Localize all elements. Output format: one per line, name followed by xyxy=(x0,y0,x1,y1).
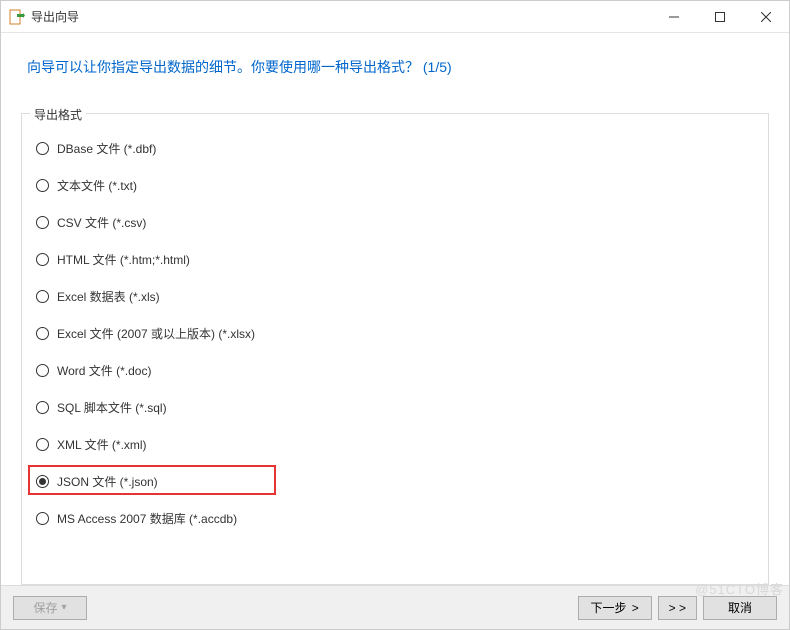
radio-icon xyxy=(36,142,49,155)
format-option-label: Excel 数据表 (*.xls) xyxy=(57,288,160,305)
format-option-label: XML 文件 (*.xml) xyxy=(57,436,147,453)
chevron-right-icon: > xyxy=(628,601,638,615)
format-option[interactable]: JSON 文件 (*.json) xyxy=(34,463,756,500)
radio-icon xyxy=(36,290,49,303)
save-button[interactable]: 保存 ▾ xyxy=(13,596,87,620)
export-icon xyxy=(9,9,25,25)
radio-icon xyxy=(36,179,49,192)
radio-icon xyxy=(36,364,49,377)
format-radio-list: DBase 文件 (*.dbf) 文本文件 (*.txt) CSV 文件 (*.cs… xyxy=(34,130,756,537)
window-title: 导出向导 xyxy=(31,8,651,25)
next-button[interactable]: 下一步 > xyxy=(578,596,652,620)
skip-button[interactable]: > > xyxy=(658,596,697,620)
format-option-label: HTML 文件 (*.htm;*.html) xyxy=(57,251,190,268)
export-wizard-window: 导出向导 向导可以让你指定导出数据的细节。你要使用哪一种导出格式？ (1/5) … xyxy=(0,0,790,630)
format-option[interactable]: XML 文件 (*.xml) xyxy=(34,426,756,463)
save-button-label: 保存 xyxy=(33,599,57,616)
wizard-prompt: 向导可以让你指定导出数据的细节。你要使用哪一种导出格式？ (1/5) xyxy=(1,33,789,113)
cancel-button-label: 取消 xyxy=(728,599,752,616)
cancel-button[interactable]: 取消 xyxy=(703,596,777,620)
radio-icon xyxy=(36,253,49,266)
radio-icon xyxy=(36,438,49,451)
maximize-button[interactable] xyxy=(697,1,743,32)
close-button[interactable] xyxy=(743,1,789,32)
format-option-label: Excel 文件 (2007 或以上版本) (*.xlsx) xyxy=(57,325,255,342)
radio-icon xyxy=(36,327,49,340)
format-option[interactable]: Excel 数据表 (*.xls) xyxy=(34,278,756,315)
format-option[interactable]: Word 文件 (*.doc) xyxy=(34,352,756,389)
format-option-label: DBase 文件 (*.dbf) xyxy=(57,140,156,157)
format-option[interactable]: Excel 文件 (2007 或以上版本) (*.xlsx) xyxy=(34,315,756,352)
next-button-label: 下一步 xyxy=(590,599,626,616)
radio-icon xyxy=(36,401,49,414)
format-option-label: 文本文件 (*.txt) xyxy=(57,177,137,194)
titlebar: 导出向导 xyxy=(1,1,789,33)
radio-icon xyxy=(36,216,49,229)
radio-icon xyxy=(36,512,49,525)
format-option[interactable]: HTML 文件 (*.htm;*.html) xyxy=(34,241,756,278)
group-legend: 导出格式 xyxy=(30,106,86,123)
window-controls xyxy=(651,1,789,32)
export-format-group: 导出格式 DBase 文件 (*.dbf)文本文件 (*.txt)CSV 文件 … xyxy=(21,113,769,585)
format-option[interactable]: SQL 脚本文件 (*.sql) xyxy=(34,389,756,426)
skip-button-label: > > xyxy=(669,601,686,615)
format-option-label: SQL 脚本文件 (*.sql) xyxy=(57,399,167,416)
chevron-down-icon: ▾ xyxy=(61,602,66,613)
format-option[interactable]: CSV 文件 (*.csv) xyxy=(34,204,756,241)
footer-bar: 保存 ▾ 下一步 > > > 取消 xyxy=(1,585,789,629)
minimize-button[interactable] xyxy=(651,1,697,32)
format-option-label: MS Access 2007 数据库 (*.accdb) xyxy=(57,510,237,527)
format-option[interactable]: 文本文件 (*.txt) xyxy=(34,167,756,204)
content-area: 向导可以让你指定导出数据的细节。你要使用哪一种导出格式？ (1/5) 导出格式 … xyxy=(1,33,789,585)
format-option[interactable]: DBase 文件 (*.dbf) xyxy=(34,130,756,167)
format-option-label: CSV 文件 (*.csv) xyxy=(57,214,146,231)
format-option-label: JSON 文件 (*.json) xyxy=(57,473,158,490)
radio-icon xyxy=(36,475,49,488)
format-option-label: Word 文件 (*.doc) xyxy=(57,362,151,379)
format-option[interactable]: MS Access 2007 数据库 (*.accdb) xyxy=(34,500,756,537)
